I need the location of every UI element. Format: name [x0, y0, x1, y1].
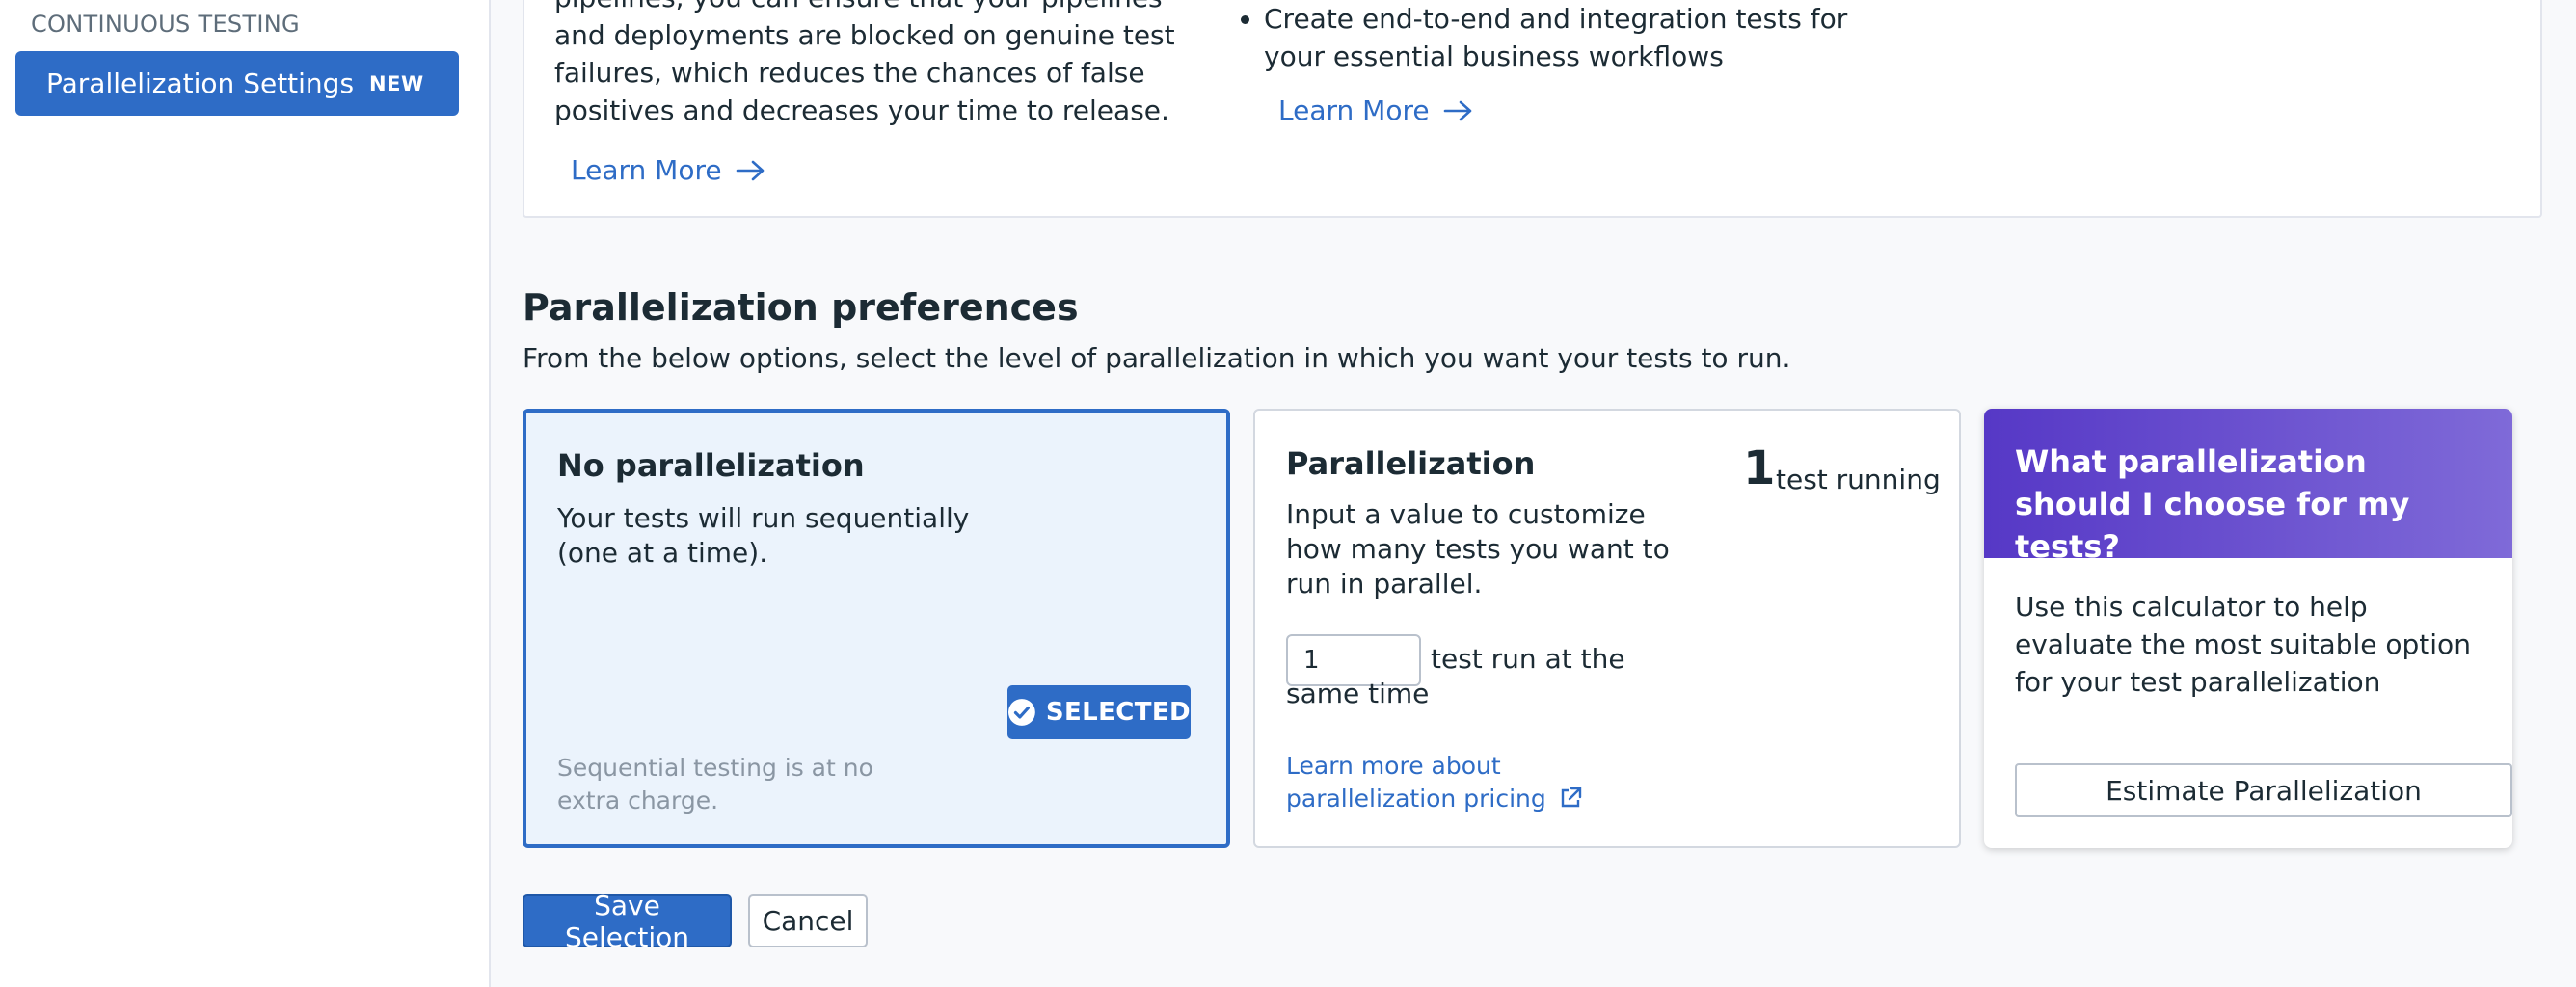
calculator-card: What parallelization should I choose for… — [1984, 409, 2512, 848]
parallelization-card[interactable]: Parallelization 1 test running Input a v… — [1253, 409, 1961, 848]
new-badge: NEW — [369, 71, 424, 95]
card-title: No parallelization — [557, 447, 865, 484]
learn-more-link-right[interactable]: Learn More — [1278, 94, 1474, 126]
pricing-link-label: Learn more about parallelization pricing — [1286, 752, 1546, 813]
card-footnote: Sequential testing is at no extra charge… — [557, 754, 873, 814]
selected-badge: SELECTED — [1007, 685, 1191, 739]
info-left-text: pipelines, you can ensure that your pipe… — [554, 0, 1175, 126]
card-title: Parallelization — [1286, 445, 1536, 482]
tests-running-count: 1 — [1743, 441, 1776, 495]
arrow-right-icon — [736, 160, 764, 180]
sidebar: CONTINUOUS TESTING Parallelization Setti… — [0, 0, 491, 987]
card-description: Input a value to customize how many test… — [1286, 498, 1670, 600]
sidebar-item-label: Parallelization Settings — [46, 67, 355, 99]
info-right-list: Create end-to-end and integration tests … — [1237, 0, 1912, 75]
learn-more-label: Learn More — [571, 154, 722, 186]
main-content: pipelines, you can ensure that your pipe… — [489, 0, 2576, 987]
check-circle-icon — [1007, 699, 1035, 726]
sidebar-item-parallelization-settings[interactable]: Parallelization Settings NEW — [15, 51, 459, 116]
arrow-right-icon — [1443, 100, 1471, 120]
learn-more-link-left[interactable]: Learn More — [571, 154, 766, 186]
page-section-title: Parallelization preferences — [523, 286, 1079, 329]
tests-running-label: test running — [1776, 464, 1941, 495]
card-description-line: Your tests will run sequentially — [557, 502, 970, 534]
estimate-parallelization-button[interactable]: Estimate Parallelization — [2015, 763, 2512, 817]
cancel-button[interactable]: Cancel — [748, 894, 868, 947]
no-parallelization-card[interactable]: No parallelization Your tests will run s… — [523, 409, 1230, 848]
info-bullet: Create end-to-end and integration tests … — [1264, 0, 1912, 75]
card-description-line: (one at a time). — [557, 537, 768, 569]
input-suffix-text: test run at the same time — [1286, 643, 1625, 709]
sidebar-section-heading: CONTINUOUS TESTING — [31, 11, 300, 38]
save-selection-button[interactable]: Save Selection — [523, 890, 732, 953]
external-link-icon — [1561, 787, 1581, 808]
card-description: Your tests will run sequentially (one at… — [557, 501, 969, 571]
selected-label: SELECTED — [1045, 698, 1191, 727]
page-section-description: From the below options, select the level… — [523, 342, 1791, 374]
parallelization-pricing-link[interactable]: Learn more about parallelization pricing — [1286, 750, 1672, 815]
learn-more-label: Learn More — [1278, 94, 1430, 126]
calculator-title: What parallelization should I choose for… — [2015, 443, 2410, 565]
calculator-description: Use this calculator to help evaluate the… — [2015, 591, 2471, 698]
